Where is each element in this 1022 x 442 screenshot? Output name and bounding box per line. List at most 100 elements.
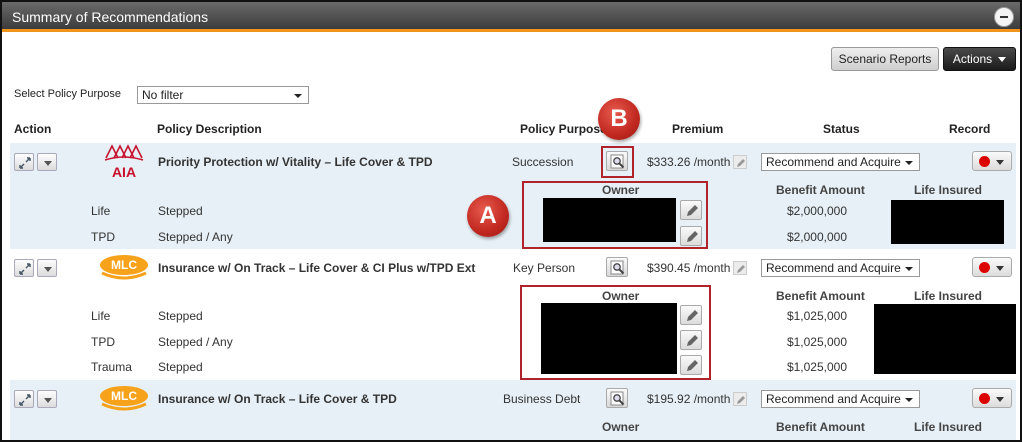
row-menu-button[interactable] [37,153,57,171]
expand-arrows-icon [19,157,31,169]
record-red-dot-icon [979,262,990,273]
cover-type: Life [91,309,111,323]
chevron-down-icon [996,397,1004,402]
cover-benefit: $1,025,000 [786,335,847,349]
policy-purpose: Succession [512,155,574,169]
cover-type: TPD [91,230,115,244]
cover-type: Life [91,204,111,218]
policy-purpose-filter-label: Select Policy Purpose [14,88,121,100]
edit-premium-button[interactable] [733,392,747,406]
annotation-box-a-second [520,285,711,380]
aia-logo-text: AIA [112,164,136,180]
policy-premium: $390.45 /month [647,261,731,275]
actions-label: Actions [952,52,993,66]
panel-title: Summary of Recommendations [12,9,209,25]
pencil-icon [737,265,745,273]
life-insured-header: Life Insured [914,183,983,197]
status-select[interactable]: Recommend and Acquire [761,153,920,171]
scenario-reports-button[interactable]: Scenario Reports [831,47,939,71]
column-header-record: Record [949,122,991,136]
row-menu-button[interactable] [37,390,57,408]
collapse-icon[interactable] [994,7,1014,27]
status-select[interactable]: Recommend and Acquire [761,390,920,408]
cover-benefit: $2,000,000 [786,204,847,218]
policy-description: Priority Protection w/ Vitality – Life C… [158,155,433,169]
row-menu-button[interactable] [37,259,57,277]
chevron-down-icon [998,57,1007,63]
policy-purpose: Key Person [513,261,576,275]
mlc-logo: MLC [98,384,150,412]
view-policy-button[interactable] [606,257,628,277]
cover-structure: Stepped [158,360,203,374]
chevron-down-icon [44,161,52,166]
cover-benefit: $1,025,000 [786,360,847,374]
expand-row-button[interactable] [14,390,34,408]
redacted-life-insured [891,200,1004,244]
mlc-logo-text: MLC [111,258,137,272]
actions-button[interactable]: Actions [943,47,1016,71]
edit-premium-button[interactable] [733,261,747,275]
recommendations-panel: Summary of Recommendations Scenario Repo… [0,0,1022,442]
policy-purpose-filter-select[interactable]: No filter [137,86,309,104]
expand-row-button[interactable] [14,153,34,171]
benefit-amount-header: Benefit Amount [776,183,865,197]
status-value: Recommend and Acquire [766,261,901,275]
record-status-button[interactable] [972,388,1012,408]
policy-description: Insurance w/ On Track – Life Cover & TPD [158,392,397,406]
policy-purpose-filter-value: No filter [142,88,184,102]
chevron-down-icon [905,161,913,165]
annotation-box-a [522,181,708,249]
policy-premium: $195.92 /month [647,392,731,406]
record-red-dot-icon [979,393,990,404]
cover-type: Trauma [91,360,132,374]
status-value: Recommend and Acquire [766,155,901,169]
edit-premium-button[interactable] [733,155,747,169]
aia-logo: AIA [102,144,146,180]
callout-a: A [467,195,509,237]
column-header-policy-description: Policy Description [157,122,262,136]
magnifier-icon [610,260,625,275]
life-insured-header: Life Insured [914,289,983,303]
cover-structure: Stepped / Any [158,230,233,244]
policy-premium: $333.26 /month [647,155,731,169]
redacted-life-insured [874,304,1016,374]
column-header-policy-purpose: Policy Purpose [520,122,607,136]
cover-benefit: $2,000,000 [786,230,847,244]
cover-structure: Stepped / Any [158,335,233,349]
record-status-button[interactable] [972,257,1012,277]
chevron-down-icon [294,94,302,98]
cover-structure: Stepped [158,204,203,218]
panel-title-bar: Summary of Recommendations [2,2,1020,32]
expand-arrows-icon [19,263,31,275]
pencil-icon [737,396,745,404]
expand-row-button[interactable] [14,259,34,277]
chevron-down-icon [996,266,1004,271]
cover-structure: Stepped [158,309,203,323]
chevron-down-icon [996,160,1004,165]
chevron-down-icon [905,267,913,271]
expand-arrows-icon [19,394,31,406]
cover-type: TPD [91,335,115,349]
chevron-down-icon [44,398,52,403]
pencil-icon [737,159,745,167]
view-policy-button[interactable] [606,388,628,408]
column-header-action: Action [14,122,52,136]
mlc-logo-text: MLC [111,389,137,403]
mlc-logo: MLC [98,253,150,281]
life-insured-header: Life Insured [914,420,983,434]
column-header-premium: Premium [672,122,724,136]
chevron-down-icon [905,398,913,402]
column-header-status: Status [823,122,860,136]
status-select[interactable]: Recommend and Acquire [761,259,920,277]
record-red-dot-icon [979,156,990,167]
magnifier-icon [610,391,625,406]
owner-header: Owner [602,420,640,434]
policy-description: Insurance w/ On Track – Life Cover & CI … [158,261,476,275]
record-status-button[interactable] [972,151,1012,171]
policy-purpose: Business Debt [503,392,581,406]
chevron-down-icon [44,267,52,272]
annotation-box-b [601,146,634,178]
benefit-amount-header: Benefit Amount [776,420,865,434]
cover-benefit: $1,025,000 [786,309,847,323]
benefit-amount-header: Benefit Amount [776,289,865,303]
